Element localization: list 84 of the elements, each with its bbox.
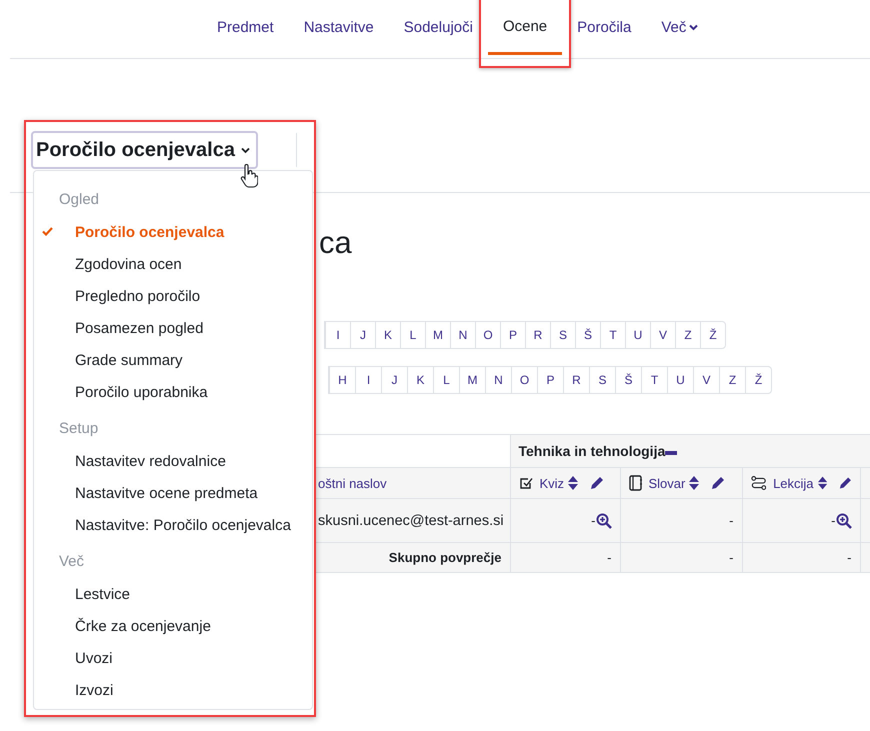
letter-filter[interactable]: Š (615, 367, 641, 393)
collapse-icon[interactable] (665, 450, 678, 456)
average-label: Skupno povprečje (388, 550, 502, 565)
menu-item[interactable]: Črke za ocenjevanje (34, 610, 312, 642)
menu-item[interactable]: Zgodovina ocen (34, 248, 312, 280)
column-heading[interactable]: Slovar (648, 476, 686, 490)
letter-filter[interactable]: I (325, 322, 350, 348)
letter-filter[interactable]: I (355, 367, 381, 393)
menu-item[interactable]: Pregledno poročilo (34, 280, 312, 312)
nav-tab[interactable]: Nastavitve (288, 0, 389, 55)
nav-tab[interactable]: Predmet (202, 0, 289, 55)
notebook-icon (628, 475, 642, 491)
letter-filter[interactable]: S (550, 322, 575, 348)
menu-item[interactable]: Nastavitve: Poročilo ocenjevalca (34, 509, 312, 541)
letter-filter[interactable]: L (400, 322, 425, 348)
checkbox-icon (518, 476, 532, 490)
letter-filter[interactable]: N (485, 367, 511, 393)
letter-filter[interactable]: M (425, 322, 450, 348)
nav-tab[interactable]: Ocene (488, 0, 562, 55)
menu-item[interactable]: Posamezen pogled (34, 312, 312, 344)
nav-tab[interactable]: Več (646, 0, 714, 55)
letter-filter[interactable]: R (525, 322, 550, 348)
grade-value: - (831, 513, 836, 528)
letter-filter[interactable]: O (475, 322, 500, 348)
letter-filter[interactable]: O (511, 367, 537, 393)
letter-filter[interactable]: Z (675, 322, 700, 348)
report-selector[interactable]: Poročilo ocenjevalca (31, 131, 258, 169)
category-heading: Tehnika in tehnologija (518, 443, 666, 459)
grade-value: - (729, 550, 734, 565)
nav-tab[interactable]: Poročila (562, 0, 646, 55)
letter-filter[interactable]: P (500, 322, 525, 348)
letter-filter[interactable]: K (407, 367, 433, 393)
letter-filter[interactable]: V (693, 367, 719, 393)
letter-filter[interactable]: V (650, 322, 675, 348)
checkmark-icon (42, 227, 53, 236)
menu-item[interactable]: Nastavitve ocene predmeta (34, 477, 312, 509)
menu-item[interactable]: Poročilo ocenjevalca (34, 216, 312, 248)
menu-item[interactable]: Nastavitev redovalnice (34, 445, 312, 477)
menu-item[interactable]: Izvozi (34, 674, 312, 706)
letter-filter[interactable]: K (375, 322, 400, 348)
letter-filter[interactable]: T (600, 322, 625, 348)
sort-icon[interactable] (568, 476, 578, 490)
menu-heading: Ogled (58, 190, 100, 210)
column-heading[interactable]: Kviz (540, 476, 564, 490)
pencil-icon[interactable] (711, 476, 726, 490)
sort-icon[interactable] (818, 476, 827, 490)
letter-filter[interactable]: Ž (700, 322, 725, 348)
letter-filter[interactable]: N (450, 322, 475, 348)
letter-filter[interactable]: J (350, 322, 375, 348)
grade-value: - (729, 513, 734, 528)
zoom-in-icon[interactable] (836, 512, 852, 528)
letter-filter[interactable]: R (563, 367, 589, 393)
letter-filter[interactable]: H (329, 367, 355, 393)
grade-value: - (847, 550, 852, 565)
menu-item[interactable]: Lestvice (34, 578, 312, 610)
chevron-down-icon (240, 146, 250, 154)
letter-filter[interactable]: J (381, 367, 407, 393)
sort-icon[interactable] (689, 476, 700, 490)
letter-filter[interactable]: U (625, 322, 650, 348)
menu-heading: Več (58, 552, 86, 572)
letter-filter[interactable]: Ž (745, 367, 771, 393)
menu-item[interactable]: Uvozi (34, 642, 312, 674)
nav-tab[interactable]: Sodelujoči (388, 0, 488, 55)
student-email: skusni.ucenec@test-arnes.si (318, 512, 504, 528)
letter-filter[interactable]: L (433, 367, 459, 393)
grade-value: - (607, 550, 612, 565)
letter-filter[interactable]: U (667, 367, 693, 393)
letter-filter[interactable]: Š (575, 322, 600, 348)
letter-filter[interactable]: Z (719, 367, 745, 393)
letter-filter[interactable]: M (459, 367, 485, 393)
grade-value: - (591, 513, 596, 528)
column-heading[interactable]: Lekcija (773, 476, 814, 490)
page-title: ca (319, 224, 352, 262)
route-icon (750, 475, 766, 491)
letter-filter[interactable]: P (537, 367, 563, 393)
menu-heading: Setup (58, 419, 100, 439)
letter-filter[interactable]: T (641, 367, 667, 393)
pencil-icon[interactable] (590, 476, 604, 490)
pencil-icon[interactable] (838, 476, 852, 490)
menu-item[interactable]: Grade summary (34, 344, 312, 376)
column-heading[interactable]: oštni naslov (318, 476, 387, 490)
letter-filter[interactable]: S (589, 367, 615, 393)
menu-item[interactable]: Poročilo uporabnika (34, 376, 312, 408)
zoom-in-icon[interactable] (596, 512, 612, 528)
